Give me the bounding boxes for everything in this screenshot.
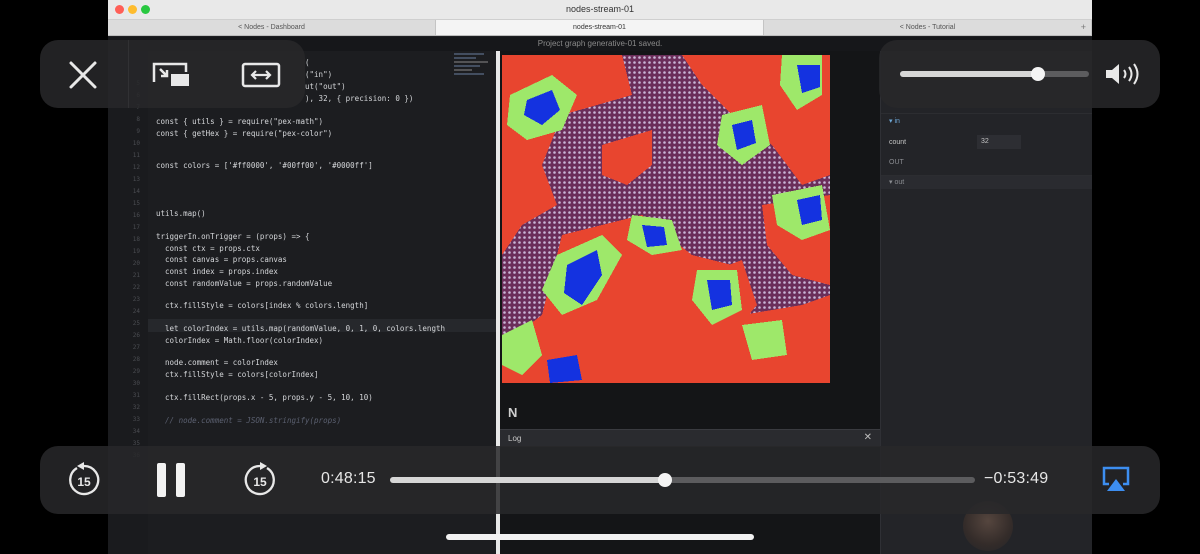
line-number: 15 <box>132 200 140 207</box>
line-number: 25 <box>132 320 140 327</box>
tab-bar: < Nodes - Dashboard nodes-stream-01 < No… <box>108 20 1092 36</box>
volume-knob[interactable] <box>1030 67 1045 81</box>
time-elapsed: 0:48:15 <box>321 470 376 487</box>
line-number: 17 <box>132 224 140 231</box>
line-number: 30 <box>132 380 140 387</box>
code-line: const { utils } = require("pex-math") <box>156 117 324 126</box>
volume-slider[interactable] <box>900 67 1089 81</box>
line-number: 31 <box>132 392 140 399</box>
count-label: count <box>889 139 907 146</box>
line-number: 10 <box>132 140 140 147</box>
top-left-controls <box>40 40 305 108</box>
inspector-out-row <box>881 175 1092 189</box>
out-port-label: ▾ out <box>889 179 905 186</box>
aspect-fill-icon[interactable] <box>241 62 281 93</box>
line-number: 8 <box>136 116 140 123</box>
airplay-icon[interactable] <box>1101 466 1131 497</box>
playback-controls: 15 15 0:48:15 −0:53:49 <box>40 446 1160 514</box>
code-line: node.comment = colorIndex <box>156 358 278 367</box>
skip-back-15-icon[interactable]: 15 <box>67 462 101 503</box>
line-number: 34 <box>132 428 140 435</box>
log-close-icon: ✕ <box>863 432 872 443</box>
line-number: 18 <box>132 236 140 243</box>
line-number: 23 <box>132 296 140 303</box>
scrubber[interactable] <box>390 473 975 487</box>
line-number: 19 <box>132 248 140 255</box>
line-number: 27 <box>132 344 140 351</box>
skip-forward-15-icon[interactable]: 15 <box>243 462 277 503</box>
close-icon[interactable] <box>66 58 100 97</box>
out-header: OUT <box>889 159 904 166</box>
scrubber-progress <box>390 477 665 483</box>
line-number: 29 <box>132 368 140 375</box>
speaker-icon[interactable] <box>1104 62 1142 91</box>
in-port-label: ▾ in <box>889 118 900 125</box>
window-titlebar: nodes-stream-01 <box>108 0 1092 20</box>
code-line: ctx.fillStyle = colors[index % colors.le… <box>156 301 369 310</box>
add-tab-icon: + <box>1080 22 1086 32</box>
line-number: 12 <box>132 164 140 171</box>
skip-forward-label: 15 <box>253 475 267 489</box>
time-remaining: −0:53:49 <box>984 470 1049 487</box>
line-number: 33 <box>132 416 140 423</box>
code-line: const colors = ['#ff0000', '#00ff00', '#… <box>156 161 373 170</box>
picture-in-picture-icon[interactable] <box>150 60 192 95</box>
code-comment: // node.comment = JSON.stringify(props) <box>156 416 342 425</box>
line-number: 16 <box>132 212 140 219</box>
code-line: const canvas = props.canvas <box>156 255 287 264</box>
code-line: triggerIn.onTrigger = (props) => { <box>156 232 310 241</box>
control-separator <box>128 40 129 108</box>
nodes-logo-icon: N <box>508 405 518 420</box>
code-line: ctx.fillStyle = colors[colorIndex] <box>156 370 319 379</box>
generative-canvas <box>502 55 830 383</box>
home-indicator[interactable] <box>446 534 754 540</box>
volume-panel <box>879 40 1160 108</box>
tab-dashboard: < Nodes - Dashboard <box>108 20 436 35</box>
line-number: 13 <box>132 176 140 183</box>
log-panel: Log ✕ <box>500 429 880 447</box>
line-number: 11 <box>132 152 140 159</box>
line-number: 22 <box>132 284 140 291</box>
tab-tutorial: < Nodes - Tutorial <box>764 20 1092 35</box>
code-line: let colorIndex = utils.map(randomValue, … <box>156 324 445 333</box>
count-value: 32 <box>977 135 1021 149</box>
volume-fill <box>900 71 1038 77</box>
line-number: 9 <box>136 128 140 135</box>
line-number: 26 <box>132 332 140 339</box>
window-title: nodes-stream-01 <box>565 4 635 14</box>
tab-stream: nodes-stream-01 <box>436 20 764 35</box>
inspector-divider <box>881 113 1092 127</box>
line-number: 28 <box>132 356 140 363</box>
line-number: 24 <box>132 308 140 315</box>
line-number: 21 <box>132 272 140 279</box>
line-number: 20 <box>132 260 140 267</box>
line-number: 14 <box>132 188 140 195</box>
line-number: 32 <box>132 404 140 411</box>
pause-icon[interactable] <box>155 461 187 504</box>
code-line: const randomValue = props.randomValue <box>156 279 333 288</box>
scrubber-knob[interactable] <box>657 473 672 487</box>
log-label: Log <box>508 434 522 443</box>
code-line: const index = props.index <box>156 267 278 276</box>
code-line: const { getHex } = require("pex-color") <box>156 129 333 138</box>
code-line: utils.map() <box>156 209 206 218</box>
video-player-screen[interactable]: nodes-stream-01 < Nodes - Dashboard node… <box>0 0 1200 554</box>
canvas-region-blue <box>547 355 582 383</box>
editor-minimap <box>454 53 488 75</box>
code-line: colorIndex = Math.floor(colorIndex) <box>156 336 324 345</box>
skip-back-label: 15 <box>77 475 91 489</box>
code-line: const ctx = props.ctx <box>156 244 260 253</box>
code-line: ctx.fillRect(props.x - 5, props.y - 5, 1… <box>156 393 373 402</box>
